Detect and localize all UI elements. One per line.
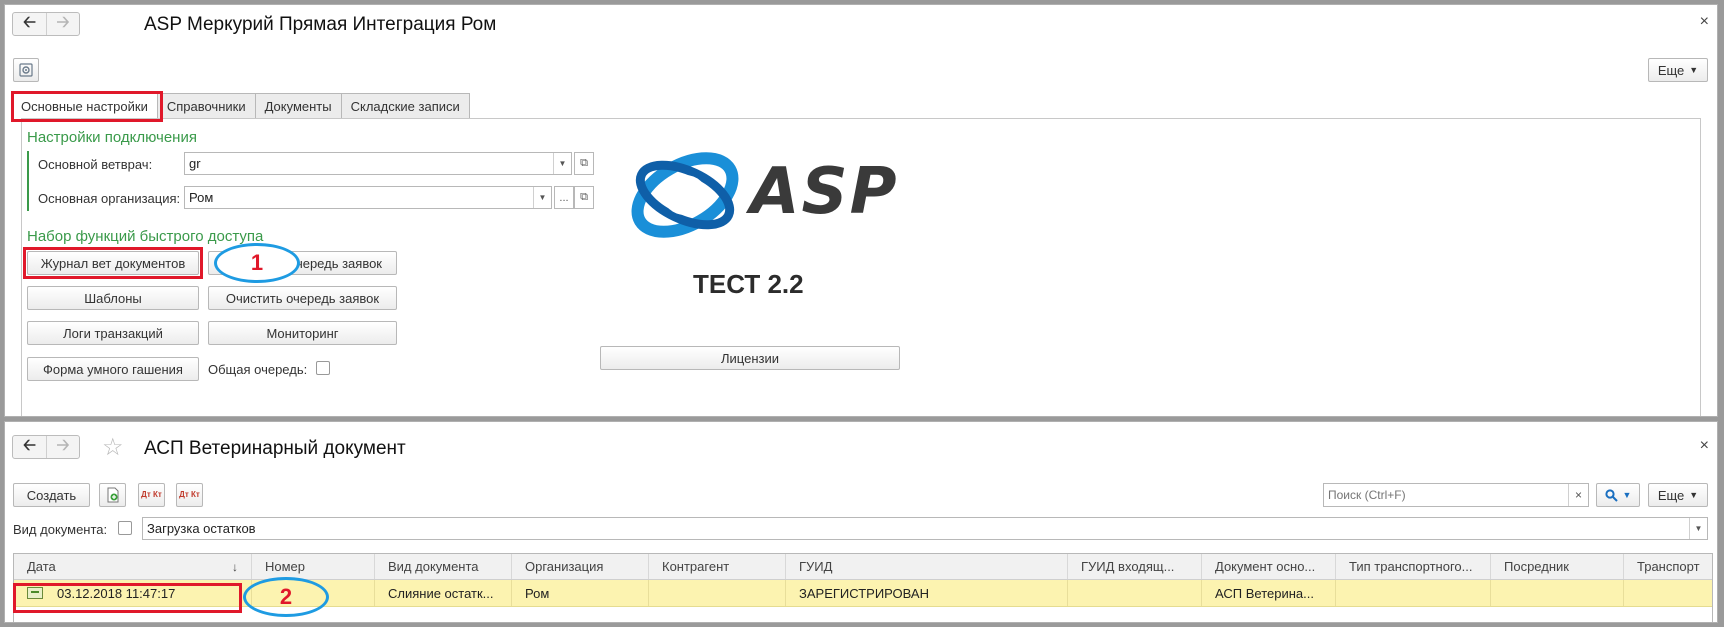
tab-warehouse-records[interactable]: Складские записи bbox=[340, 93, 470, 118]
dt-kt-button[interactable]: Дт Кт bbox=[138, 483, 165, 507]
asp-logo-icon bbox=[631, 152, 739, 238]
licenses-button[interactable]: Лицензии bbox=[600, 346, 900, 370]
doc-type-checkbox[interactable] bbox=[118, 521, 132, 535]
dt-kt-report-button[interactable]: Дт Кт bbox=[176, 483, 203, 507]
column-header-doc-type[interactable]: Вид документа bbox=[375, 554, 512, 579]
cell-transport bbox=[1624, 580, 1712, 606]
connection-heading: Настройки подключения bbox=[27, 129, 197, 146]
shared-queue-checkbox[interactable] bbox=[316, 361, 330, 375]
cell-intermediary bbox=[1491, 580, 1624, 606]
cell-counterparty bbox=[649, 580, 786, 606]
templates-button[interactable]: Шаблоны bbox=[27, 286, 199, 310]
cell-guid: ЗАРЕГИСТРИРОВАН bbox=[786, 580, 1068, 606]
tab-documents[interactable]: Документы bbox=[254, 93, 342, 118]
search-button[interactable]: ▼ bbox=[1596, 483, 1640, 507]
vet-label: Основной ветврач: bbox=[38, 157, 153, 172]
column-header-incoming-guid[interactable]: ГУИД входящ... bbox=[1068, 554, 1202, 579]
shared-queue-label: Общая очередь: bbox=[208, 362, 308, 377]
more-button[interactable]: Еще ▼ bbox=[1648, 58, 1708, 82]
column-header-intermediary[interactable]: Посредник bbox=[1491, 554, 1624, 579]
monitoring-button[interactable]: Мониторинг bbox=[208, 321, 397, 345]
column-header-guid[interactable]: ГУИД bbox=[786, 554, 1068, 579]
cell-transport-type bbox=[1336, 580, 1491, 606]
cell-doc-type: Слияние остатк... bbox=[375, 580, 512, 606]
cell-base-doc: АСП Ветерина... bbox=[1202, 580, 1336, 606]
org-field[interactable]: Ром ▼ bbox=[184, 186, 552, 209]
clear-search-button[interactable]: × bbox=[1568, 484, 1588, 506]
smart-redemption-button[interactable]: Форма умного гашения bbox=[27, 357, 199, 381]
annotation-marker-1: 1 bbox=[214, 243, 300, 283]
vet-field[interactable]: gr ▼ bbox=[184, 152, 572, 175]
nav-buttons: 🡠 🡢 bbox=[12, 12, 80, 36]
doc-type-label: Вид документа: bbox=[13, 522, 108, 537]
chevron-down-icon: ▼ bbox=[1689, 490, 1699, 500]
add-from-copy-button[interactable] bbox=[99, 483, 126, 507]
cell-incoming-guid bbox=[1068, 580, 1202, 606]
window-title: ASP Меркурий Прямая Интеграция Ром bbox=[144, 14, 497, 35]
window-title: АСП Ветеринарный документ bbox=[144, 438, 406, 459]
open-icon[interactable]: ⧉ bbox=[574, 186, 594, 209]
forward-button[interactable]: 🡢 bbox=[46, 436, 79, 458]
main-settings-window: 🡠 🡢 ASP Меркурий Прямая Интеграция Ром ×… bbox=[4, 4, 1718, 417]
column-header-transport[interactable]: Транспорт bbox=[1624, 554, 1712, 579]
org-label: Основная организация: bbox=[38, 191, 181, 206]
section-divider bbox=[27, 151, 29, 211]
annotation-marker-2: 2 bbox=[243, 577, 329, 617]
quick-access-heading: Набор функций быстрого доступа bbox=[27, 228, 264, 245]
arrow-left-icon: 🡠 bbox=[23, 13, 36, 31]
arrow-right-icon: 🡢 bbox=[56, 13, 70, 31]
more-button[interactable]: Еще ▼ bbox=[1648, 483, 1708, 507]
arrow-left-icon: 🡠 bbox=[23, 436, 36, 454]
star-icon[interactable]: ☆ bbox=[102, 433, 124, 462]
close-window-button[interactable]: × bbox=[1700, 13, 1709, 31]
sort-arrow-icon: ↓ bbox=[232, 559, 238, 574]
search-input[interactable] bbox=[1324, 487, 1568, 503]
search-field[interactable]: × bbox=[1323, 483, 1589, 507]
open-icon[interactable]: ⧉ bbox=[574, 152, 594, 175]
table-header: Дата ↓ Номер Вид документа Организация Ко… bbox=[14, 554, 1712, 580]
chevron-down-icon: ▼ bbox=[1622, 490, 1632, 500]
clear-queue-button[interactable]: Очистить очередь заявок bbox=[208, 286, 397, 310]
cell-organization: Ром bbox=[512, 580, 649, 606]
close-window-button[interactable]: × bbox=[1700, 437, 1709, 455]
column-header-base-doc[interactable]: Документ осно... bbox=[1202, 554, 1336, 579]
gear-icon bbox=[19, 63, 33, 77]
select-button[interactable]: ... bbox=[554, 186, 574, 209]
back-button[interactable]: 🡠 bbox=[13, 13, 46, 35]
annotation-box-row bbox=[13, 583, 242, 613]
create-button[interactable]: Создать bbox=[13, 483, 90, 507]
column-header-transport-type[interactable]: Тип транспортного... bbox=[1336, 554, 1491, 579]
settings-button[interactable] bbox=[13, 58, 39, 82]
nav-buttons: 🡠 🡢 bbox=[12, 435, 80, 459]
annotation-box-tab bbox=[11, 91, 163, 122]
chevron-down-icon[interactable]: ▼ bbox=[533, 187, 551, 208]
column-header-date[interactable]: Дата ↓ bbox=[14, 554, 252, 579]
document-add-icon bbox=[107, 487, 118, 503]
vet-document-window: 🡠 🡢 ☆ АСП Ветеринарный документ × Создат… bbox=[4, 421, 1718, 623]
column-header-organization[interactable]: Организация bbox=[512, 554, 649, 579]
annotation-box-journal bbox=[23, 247, 203, 279]
column-header-counterparty[interactable]: Контрагент bbox=[649, 554, 786, 579]
logo-text: ASP bbox=[750, 155, 899, 229]
version-label: ТЕСТ 2.2 bbox=[693, 269, 804, 299]
arrow-right-icon: 🡢 bbox=[56, 436, 70, 454]
doc-type-field[interactable]: Загрузка остатков ▼ bbox=[142, 517, 1708, 540]
chevron-down-icon[interactable]: ▼ bbox=[1689, 518, 1707, 539]
chevron-down-icon[interactable]: ▼ bbox=[553, 153, 571, 174]
chevron-down-icon: ▼ bbox=[1689, 65, 1699, 75]
forward-button[interactable]: 🡢 bbox=[46, 13, 79, 35]
back-button[interactable]: 🡠 bbox=[13, 436, 46, 458]
search-icon bbox=[1604, 488, 1618, 502]
tab-directories[interactable]: Справочники bbox=[156, 93, 256, 118]
column-header-number[interactable]: Номер bbox=[252, 554, 375, 579]
transaction-logs-button[interactable]: Логи транзакций bbox=[27, 321, 199, 345]
